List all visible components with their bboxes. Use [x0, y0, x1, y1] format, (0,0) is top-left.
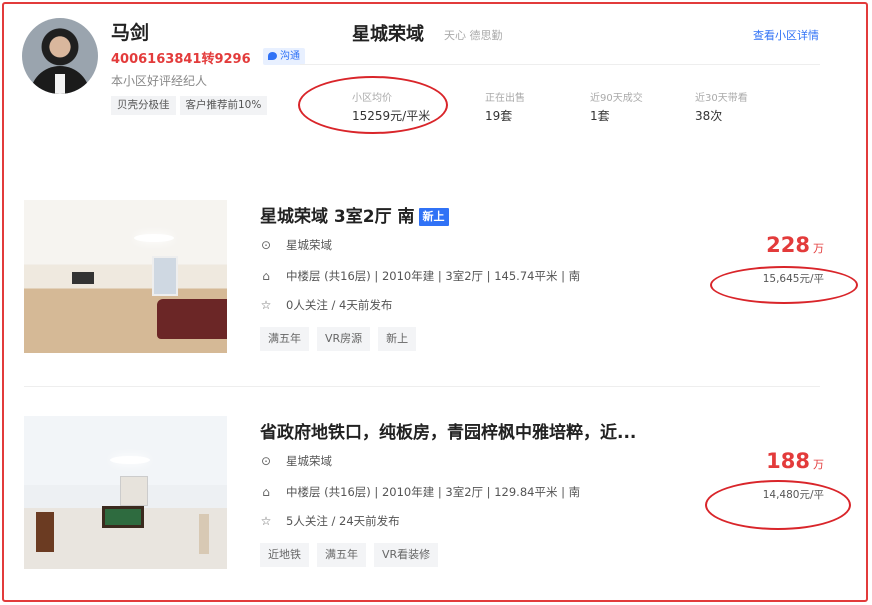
- divider: [24, 386, 820, 387]
- agent-name[interactable]: 马剑: [111, 18, 149, 45]
- listing-price: 228 万: [766, 233, 824, 257]
- details-text: 中楼层 (共16层) | 2010年建 | 3室2厅 | 129.84平米 | …: [286, 485, 581, 499]
- price-value: 228: [766, 233, 810, 257]
- community-title[interactable]: 星城荣域: [352, 20, 424, 46]
- chat-button-label: 沟通: [280, 51, 300, 62]
- agent-tag: 贝壳分极佳: [111, 96, 176, 115]
- avatar-shirt: [55, 74, 65, 94]
- chair: [36, 512, 54, 552]
- ceiling-light: [134, 234, 174, 242]
- location-text: 星城荣域: [286, 238, 332, 252]
- listing-unit-price: 14,480元/平: [762, 489, 824, 501]
- divider: [300, 64, 820, 65]
- listing-location[interactable]: ⊙ 星城荣域: [260, 453, 332, 469]
- table: [102, 506, 144, 528]
- plant: [199, 514, 209, 554]
- listing-tag: VR看装修: [374, 543, 439, 567]
- house-icon: ⌂: [262, 269, 270, 283]
- community-subtitle: 天心 德思勤: [444, 29, 503, 42]
- listing-title[interactable]: 省政府地铁口，纯板房，青园梓枫中雅培粹，近...: [260, 418, 636, 443]
- agent-tag: 客户推荐前10%: [179, 96, 268, 115]
- house-icon: ⌂: [262, 485, 270, 499]
- stat-label: 正在出售: [485, 93, 525, 104]
- listing-unit-price: 15,645元/平: [762, 273, 824, 285]
- location-pin-icon: ⊙: [260, 454, 272, 468]
- listing-title-text: 星城荣域 3室2厅 南: [260, 207, 415, 227]
- agent-subtitle: 本小区好评经纪人: [111, 74, 208, 88]
- listing-follow: ☆ 5人关注 / 24天前发布: [260, 513, 400, 529]
- stat-label: 近30天带看: [695, 93, 748, 104]
- stat-value: 19套: [485, 109, 513, 123]
- chat-button[interactable]: 沟通: [263, 48, 305, 65]
- follow-text: 0人关注 / 4天前发布: [286, 298, 393, 312]
- listing-photo[interactable]: [24, 416, 227, 569]
- stat-deals-90d: 近90天成交 1套: [590, 89, 643, 124]
- listing-tag: 新上: [378, 327, 417, 351]
- stat-value: 38次: [695, 109, 723, 123]
- stat-value: 1套: [590, 109, 610, 123]
- star-icon: ☆: [260, 298, 272, 312]
- location-text: 星城荣域: [286, 454, 332, 468]
- ceiling-light: [110, 456, 150, 464]
- price-unit: 万: [813, 242, 824, 255]
- listing-follow: ☆ 0人关注 / 4天前发布: [260, 297, 393, 313]
- stat-value: 15259元/平米: [352, 109, 431, 123]
- community-detail-link[interactable]: 查看小区详情: [753, 27, 819, 43]
- location-pin-icon: ⊙: [260, 238, 272, 252]
- chat-bubble-icon: [268, 52, 277, 60]
- tv: [72, 272, 94, 284]
- details-text: 中楼层 (共16层) | 2010年建 | 3室2厅 | 145.74平米 | …: [286, 269, 581, 283]
- listing-photo[interactable]: [24, 200, 227, 353]
- stat-label: 近90天成交: [590, 93, 643, 104]
- window: [152, 256, 178, 296]
- listing-tags: 近地铁 满五年 VR看装修: [260, 543, 439, 567]
- door: [120, 476, 148, 506]
- stat-label: 小区均价: [352, 93, 392, 104]
- listing-title-text: 省政府地铁口，纯板房，青园梓枫中雅培粹，近...: [260, 423, 637, 443]
- star-icon: ☆: [260, 514, 272, 528]
- agent-phone[interactable]: 4006163841转9296: [111, 48, 251, 67]
- listing-tag: 近地铁: [260, 543, 309, 567]
- listing-details: ⌂ 中楼层 (共16层) | 2010年建 | 3室2厅 | 145.74平米 |…: [260, 268, 580, 284]
- listing-location[interactable]: ⊙ 星城荣域: [260, 237, 332, 253]
- listing-price: 188 万: [766, 449, 824, 473]
- new-badge: 新上: [418, 208, 449, 226]
- listing-tag: 满五年: [317, 543, 366, 567]
- stat-avg-price: 小区均价 15259元/平米: [352, 89, 430, 124]
- listing-details: ⌂ 中楼层 (共16层) | 2010年建 | 3室2厅 | 129.84平米 |…: [260, 484, 580, 500]
- listing-tag: VR房源: [317, 327, 371, 351]
- agent-avatar[interactable]: [22, 18, 98, 94]
- agent-tags: 贝壳分极佳 客户推荐前10%: [111, 96, 268, 115]
- follow-text: 5人关注 / 24天前发布: [286, 514, 400, 528]
- listing-title[interactable]: 星城荣域 3室2厅 南新上: [260, 202, 449, 227]
- stat-on-sale: 正在出售 19套: [485, 89, 525, 124]
- sofa: [157, 299, 227, 339]
- listing-tags: 满五年 VR房源 新上: [260, 327, 417, 351]
- stat-viewings-30d: 近30天带看 38次: [695, 89, 748, 124]
- listing-tag: 满五年: [260, 327, 309, 351]
- price-unit: 万: [813, 458, 824, 471]
- price-value: 188: [766, 449, 810, 473]
